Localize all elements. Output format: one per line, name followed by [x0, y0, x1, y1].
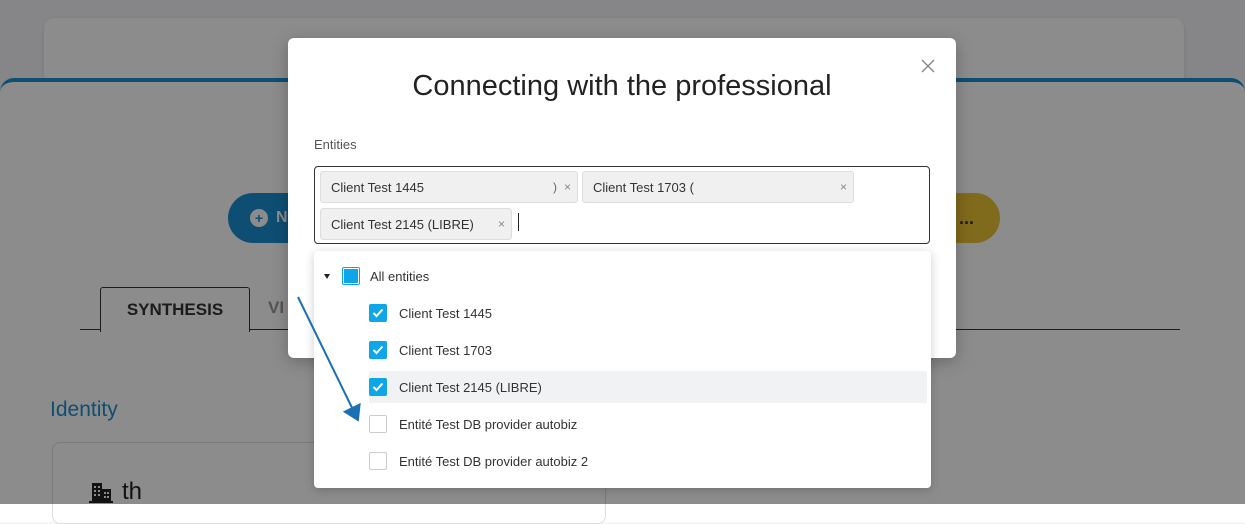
entity-tag-label: Client Test 1703 ( — [593, 179, 694, 195]
modal-title: Connecting with the professional — [412, 70, 832, 102]
checkbox-checked-icon[interactable] — [369, 378, 387, 396]
entity-option-label: Entité Test DB provider autobiz 2 — [399, 453, 589, 469]
remove-tag-icon[interactable]: × — [840, 180, 847, 194]
entities-dropdown: All entities Client Test 1445 Client Tes… — [314, 251, 931, 488]
entity-option[interactable]: Client Test 2145 (LIBRE) — [369, 371, 927, 403]
entity-option[interactable]: Entité Test DB provider autobiz 2 — [369, 445, 927, 477]
entity-option[interactable]: Client Test 1703 — [369, 334, 927, 366]
checkbox-unchecked-icon[interactable] — [369, 415, 387, 433]
remove-tag-icon[interactable]: × — [498, 217, 505, 231]
entity-tag-label: Client Test 2145 (LIBRE) — [331, 216, 474, 232]
tag-fragment: ) — [553, 180, 557, 194]
collapse-caret-icon[interactable] — [324, 273, 330, 279]
entity-option[interactable]: Entité Test DB provider autobiz — [369, 408, 927, 440]
entity-option-label: Client Test 1703 — [399, 342, 492, 358]
checkbox-checked-icon[interactable] — [369, 304, 387, 322]
entities-label: Entities — [314, 137, 357, 152]
entity-option-label: Client Test 2145 (LIBRE) — [399, 379, 542, 395]
all-entities-option[interactable]: All entities — [324, 260, 921, 292]
all-entities-label: All entities — [370, 268, 430, 284]
entity-tag-label: Client Test 1445 — [331, 179, 424, 195]
checkbox-indeterminate-icon[interactable] — [342, 267, 360, 285]
entity-tag: Client Test 1703 ( × — [582, 171, 854, 203]
entities-multiselect[interactable]: Client Test 1445 ) × Client Test 1703 ( … — [314, 166, 930, 244]
close-icon[interactable] — [918, 56, 938, 76]
remove-tag-icon[interactable]: × — [564, 180, 571, 194]
entity-option[interactable]: Client Test 1445 — [369, 297, 927, 329]
checkbox-unchecked-icon[interactable] — [369, 452, 387, 470]
entity-option-label: Entité Test DB provider autobiz — [399, 416, 578, 432]
entity-tag: Client Test 2145 (LIBRE) × — [320, 208, 512, 240]
entity-option-label: Client Test 1445 — [399, 305, 492, 321]
entity-tag: Client Test 1445 ) × — [320, 171, 578, 203]
checkbox-checked-icon[interactable] — [369, 341, 387, 359]
text-cursor — [518, 213, 519, 231]
